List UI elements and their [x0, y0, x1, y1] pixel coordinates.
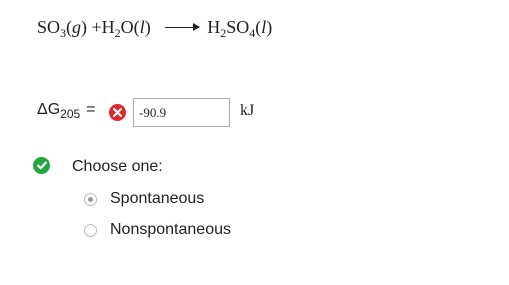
- product-h2so4: H2SO4: [207, 17, 256, 40]
- option-label: Spontaneous: [110, 190, 205, 207]
- phase-liquid: (l): [255, 17, 273, 37]
- option-nonspontaneous[interactable]: Nonspontaneous: [84, 221, 231, 239]
- unit-label: kJ: [240, 102, 255, 119]
- option-label: Nonspontaneous: [110, 221, 231, 238]
- delta-g-label: ΔG205 =: [37, 101, 96, 121]
- option-spontaneous[interactable]: Spontaneous: [84, 190, 204, 208]
- plus-sign: +: [91, 17, 102, 37]
- choose-one-prompt: Choose one:: [72, 158, 163, 175]
- radio-button[interactable]: [84, 223, 97, 237]
- reactant-h2o: H2O: [101, 17, 134, 40]
- chemical-equation: SO3(g) +H2O(l) H2SO4(l): [37, 17, 272, 41]
- reactant-so3: SO3: [37, 17, 67, 40]
- reaction-arrow-icon: [165, 23, 201, 31]
- phase-liquid: (l): [133, 17, 151, 37]
- delta-g-input[interactable]: [133, 98, 230, 127]
- checkmark-icon: [33, 157, 50, 174]
- error-x-icon: [109, 104, 126, 121]
- phase-gas: (g): [66, 17, 88, 37]
- radio-button-selected[interactable]: [84, 192, 97, 206]
